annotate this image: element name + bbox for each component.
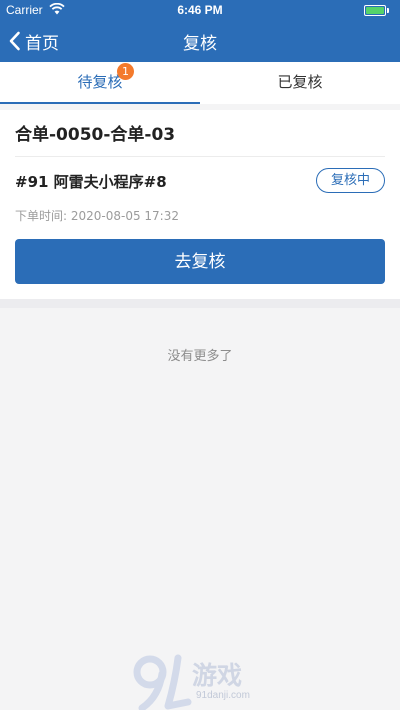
status-bar: Carrier 6:46 PM [0, 0, 400, 20]
no-more-hint: 没有更多了 [167, 349, 233, 364]
order-name: #91 阿雷夫小程序#8 [15, 173, 167, 191]
battery-cap [387, 8, 389, 13]
tab-pending-review[interactable]: 待复核 1 [0, 62, 200, 104]
status-badge: 复核中 [316, 168, 385, 193]
tab-pending-review-label: 待复核 [77, 73, 123, 91]
card-divider [15, 156, 385, 157]
battery-fill [366, 7, 384, 14]
tab-bar: 待复核 1 已复核 [0, 62, 400, 104]
tab-reviewed-label: 已复核 [277, 73, 323, 91]
watermark-logo-icon [133, 654, 192, 710]
tab-active-indicator [0, 102, 200, 104]
order-card: 合单-0050-合单-03 #91 阿雷夫小程序#8 复核中 下单时间: 202… [0, 110, 400, 299]
order-time: 下单时间: 2020-08-05 17:32 [15, 209, 179, 223]
watermark: 游戏 91danji.com [132, 652, 272, 710]
header: Carrier 6:46 PM 首页 复核 [0, 0, 400, 62]
order-title: 合单-0050-合单-03 [15, 125, 176, 145]
watermark-text: 游戏 [192, 661, 243, 690]
app-screen: Carrier 6:46 PM 首页 复核 待复核 1 已复核 合单-0050-… [0, 0, 400, 710]
status-time: 6:46 PM [177, 3, 223, 17]
battery-icon [364, 5, 386, 16]
tab-reviewed[interactable]: 已复核 [200, 62, 400, 104]
watermark-url: 91danji.com [196, 690, 250, 701]
go-review-button[interactable]: 去复核 [15, 239, 385, 284]
section-gap [0, 299, 400, 308]
nav-bar: 首页 复核 [0, 20, 400, 62]
tab-badge-count: 1 [117, 63, 134, 80]
page-title: 复核 [183, 34, 217, 54]
